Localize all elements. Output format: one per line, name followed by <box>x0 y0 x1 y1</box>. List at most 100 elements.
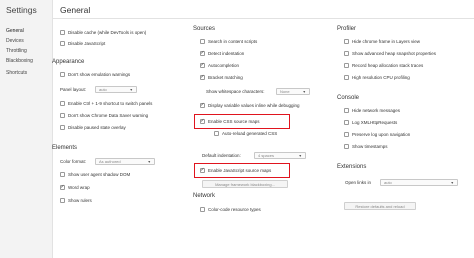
hide-network-messages-label: Hide network messages <box>352 108 401 113</box>
color-code-option[interactable]: Color-code resource types <box>200 206 261 213</box>
display-values-option[interactable]: Display variable values inline while deb… <box>200 102 300 109</box>
sidebar-item-general[interactable]: General <box>6 28 24 34</box>
color-format-value: As authored <box>99 159 121 164</box>
sidebar-item-shortcuts[interactable]: Shortcuts <box>6 70 27 76</box>
open-links-value: auto <box>384 180 392 185</box>
whitespace-select[interactable]: None ▼ <box>276 88 310 95</box>
sidebar-item-devices[interactable]: Devices <box>6 38 24 44</box>
network-section-title: Network <box>193 193 216 199</box>
hide-chrome-frame-checkbox[interactable] <box>344 39 349 44</box>
search-content-scripts-option[interactable]: Search in content scripts <box>200 38 257 45</box>
page-title: General <box>60 5 91 15</box>
ctrl-shortcut-checkbox[interactable] <box>60 101 65 106</box>
appearance-section-title: Appearance <box>52 59 85 65</box>
ctrl-shortcut-option[interactable]: Enable Ctrl + 1-9 shortcut to switch pan… <box>60 100 152 107</box>
heap-allocation-label: Record heap allocation stack traces <box>352 63 424 68</box>
chevron-down-icon: ▼ <box>450 180 454 185</box>
extensions-section-title: Extensions <box>337 164 367 170</box>
disable-javascript-label: Disable JavaScript <box>68 41 106 46</box>
paused-overlay-checkbox[interactable] <box>60 125 65 130</box>
auto-reload-css-label: Auto-reload generated CSS <box>222 131 278 136</box>
disable-cache-option[interactable]: Disable cache (while DevTools is open) <box>60 29 146 36</box>
sidebar-item-blackboxing[interactable]: Blackboxing <box>6 58 33 64</box>
show-rulers-checkbox[interactable] <box>60 198 65 203</box>
hide-chrome-frame-option[interactable]: Hide chrome frame in Layers view <box>344 38 420 45</box>
detect-indentation-option[interactable]: Detect indentation <box>200 50 244 57</box>
paused-overlay-option[interactable]: Disable paused state overlay <box>60 124 126 131</box>
default-indentation-label: Default indentation: <box>202 153 241 158</box>
chevron-down-icon: ▼ <box>147 159 151 164</box>
show-rulers-option[interactable]: Show rulers <box>60 197 92 204</box>
disable-cache-checkbox[interactable] <box>60 30 65 35</box>
autocompletion-option[interactable]: Autocompletion <box>200 62 239 69</box>
bracket-matching-checkbox[interactable] <box>200 75 205 80</box>
search-content-scripts-label: Search in content scripts <box>208 39 258 44</box>
hide-network-messages-option[interactable]: Hide network messages <box>344 107 400 114</box>
emulation-warnings-label: Don't show emulation warnings <box>68 72 131 77</box>
sources-section-title: Sources <box>193 26 216 32</box>
disable-javascript-checkbox[interactable] <box>60 41 65 46</box>
paused-overlay-label: Disable paused state overlay <box>68 125 126 130</box>
preserve-log-label: Preserve log upon navigation <box>352 132 411 137</box>
cpu-profiling-checkbox[interactable] <box>344 75 349 80</box>
show-rulers-label: Show rulers <box>68 198 92 203</box>
color-code-checkbox[interactable] <box>200 207 205 212</box>
open-links-select[interactable]: auto ▼ <box>380 179 458 186</box>
default-indentation-select[interactable]: 4 spaces ▼ <box>254 152 306 159</box>
data-saver-checkbox[interactable] <box>60 113 65 118</box>
sidebar-item-throttling[interactable]: Throttling <box>6 48 27 54</box>
heap-allocation-checkbox[interactable] <box>344 63 349 68</box>
show-timestamps-checkbox[interactable] <box>344 144 349 149</box>
emulation-warnings-checkbox[interactable] <box>60 72 65 77</box>
heap-snapshot-option[interactable]: Show advanced heap snapshot properties <box>344 50 436 57</box>
ctrl-shortcut-label: Enable Ctrl + 1-9 shortcut to switch pan… <box>68 101 153 106</box>
elements-section-title: Elements <box>52 145 78 151</box>
css-source-maps-highlight <box>194 114 290 129</box>
preserve-log-checkbox[interactable] <box>344 132 349 137</box>
restore-defaults-button[interactable]: Restore defaults and reload <box>344 202 416 210</box>
cpu-profiling-option[interactable]: High resolution CPU profiling <box>344 74 410 81</box>
profiler-section-title: Profiler <box>337 26 357 32</box>
hide-network-messages-checkbox[interactable] <box>344 108 349 113</box>
word-wrap-option[interactable]: Word wrap <box>60 184 90 191</box>
console-section-title: Console <box>337 95 360 101</box>
bracket-matching-label: Bracket matching <box>208 75 243 80</box>
shadow-dom-label: Show user agent shadow DOM <box>68 172 131 177</box>
disable-cache-label: Disable cache (while DevTools is open) <box>68 30 147 35</box>
preserve-log-option[interactable]: Preserve log upon navigation <box>344 131 410 138</box>
color-code-label: Color-code resource types <box>208 207 261 212</box>
log-xhr-option[interactable]: Log XMLHttpRequests <box>344 119 397 126</box>
panel-layout-label: Panel layout: <box>60 87 87 92</box>
whitespace-label: Show whitespace characters: <box>206 89 265 94</box>
color-format-label: Color format: <box>60 159 87 164</box>
chevron-down-icon: ▼ <box>302 89 306 94</box>
manage-blackboxing-button[interactable]: Manage framework blackboxing... <box>202 180 288 188</box>
search-content-scripts-checkbox[interactable] <box>200 39 205 44</box>
data-saver-label: Don't show Chrome Data Saver warning <box>68 113 149 118</box>
disable-javascript-option[interactable]: Disable JavaScript <box>60 40 105 47</box>
display-values-checkbox[interactable] <box>200 103 205 108</box>
js-source-maps-highlight <box>194 163 290 178</box>
autocompletion-checkbox[interactable] <box>200 63 205 68</box>
word-wrap-checkbox[interactable] <box>60 185 65 190</box>
auto-reload-css-option[interactable]: Auto-reload generated CSS <box>214 130 277 137</box>
panel-layout-select[interactable]: auto ▼ <box>95 86 137 93</box>
show-timestamps-option[interactable]: Show timestamps <box>344 143 388 150</box>
hide-chrome-frame-label: Hide chrome frame in Layers view <box>352 39 421 44</box>
color-format-select[interactable]: As authored ▼ <box>95 158 155 165</box>
log-xhr-checkbox[interactable] <box>344 120 349 125</box>
heap-allocation-option[interactable]: Record heap allocation stack traces <box>344 62 423 69</box>
shadow-dom-option[interactable]: Show user agent shadow DOM <box>60 171 130 178</box>
auto-reload-css-checkbox[interactable] <box>214 131 219 136</box>
word-wrap-label: Word wrap <box>68 185 90 190</box>
heap-snapshot-checkbox[interactable] <box>344 51 349 56</box>
bracket-matching-option[interactable]: Bracket matching <box>200 74 243 81</box>
detect-indentation-checkbox[interactable] <box>200 51 205 56</box>
settings-title: Settings <box>6 5 37 15</box>
data-saver-option[interactable]: Don't show Chrome Data Saver warning <box>60 112 148 119</box>
cpu-profiling-label: High resolution CPU profiling <box>352 75 410 80</box>
emulation-warnings-option[interactable]: Don't show emulation warnings <box>60 71 130 78</box>
chevron-down-icon: ▼ <box>129 87 133 92</box>
open-links-label: Open links in <box>345 180 372 185</box>
shadow-dom-checkbox[interactable] <box>60 172 65 177</box>
